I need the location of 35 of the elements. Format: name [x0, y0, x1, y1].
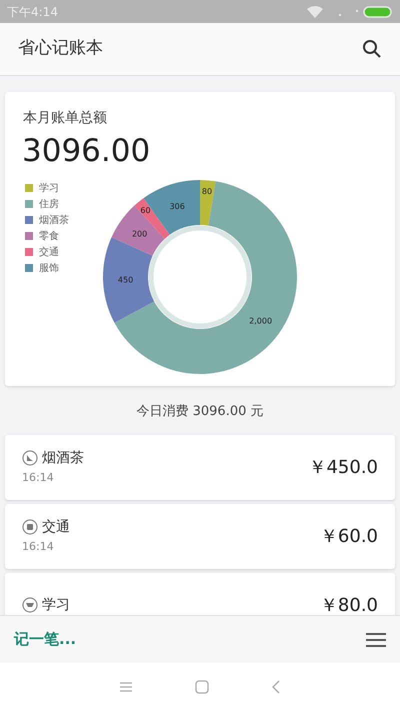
record-category: 烟酒茶	[42, 448, 84, 468]
record-category: 交通	[42, 518, 70, 537]
slice-label: 200	[132, 229, 148, 238]
record-card[interactable]: 学习 ￥80.0	[5, 572, 395, 615]
wifi-icon	[307, 6, 323, 18]
today-spending: 今日消费 3096.00 元	[136, 403, 264, 421]
record-time: 16:14	[22, 470, 54, 486]
slice-label: 306	[170, 202, 185, 212]
add-record-button[interactable]: 记一笔...	[14, 628, 76, 651]
legend-label: 零食	[39, 230, 59, 244]
record-amount: ￥80.0	[320, 594, 378, 615]
search-icon[interactable]	[362, 39, 382, 59]
legend-label: 学习	[39, 182, 59, 196]
home-icon[interactable]	[195, 680, 209, 694]
slice-label: 2,000	[249, 316, 272, 326]
record-category: 学习	[42, 596, 70, 614]
app-title: 省心记账本	[18, 37, 103, 60]
record-amount: ￥450.0	[308, 456, 378, 480]
summary-label: 本月账单总额	[23, 109, 107, 128]
record-card[interactable]: 烟酒茶 16:14 ￥450.0	[5, 434, 395, 500]
record-amount: ￥60.0	[320, 524, 378, 548]
slice-label: 450	[118, 276, 134, 285]
slice-label: 80	[202, 186, 212, 196]
battery-icon	[363, 6, 393, 18]
total-amount: 3096.00	[22, 132, 150, 171]
record-card[interactable]: 交通 16:14 ￥60.0	[5, 504, 395, 568]
legend-label: 烟酒茶	[39, 214, 69, 228]
legend-label: 服饰	[39, 262, 59, 276]
menu-icon[interactable]	[366, 632, 386, 646]
legend-label: 住房	[39, 198, 59, 212]
back-icon[interactable]	[271, 680, 281, 694]
record-time: 16:14	[22, 538, 54, 555]
slice-label: 60	[140, 206, 151, 215]
status-time: 下午4:14	[7, 4, 58, 20]
legend-label: 交通	[39, 246, 59, 260]
